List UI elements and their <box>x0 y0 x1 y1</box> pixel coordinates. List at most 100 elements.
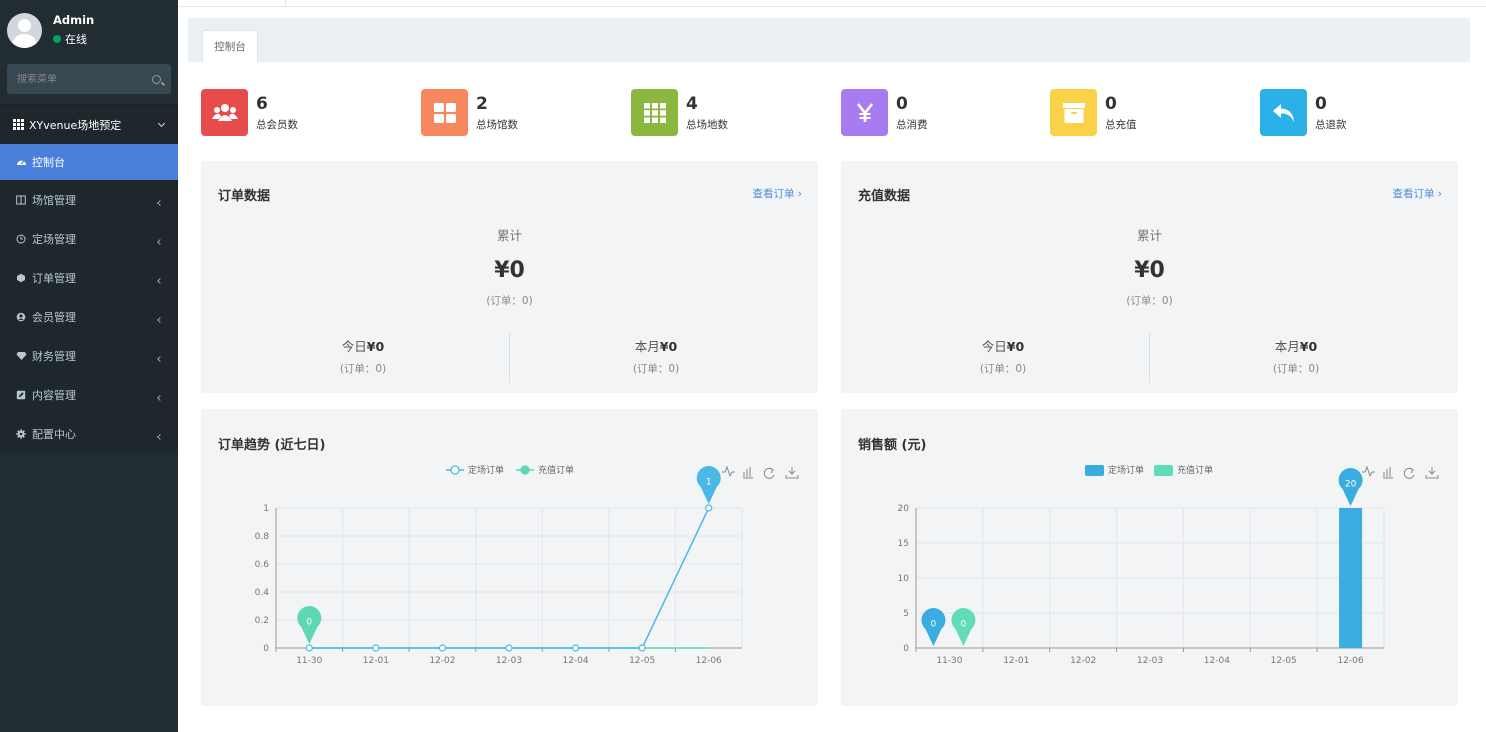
chevron-left-icon <box>157 355 163 362</box>
series-0 <box>1339 508 1363 648</box>
th-icon <box>631 89 678 136</box>
sidebar-item-label: 财务管理 <box>32 349 76 363</box>
marker-label: 0 <box>931 620 937 630</box>
month-column: 本月¥0 (订单：0) <box>1149 333 1442 383</box>
stat-card-4: 0 总充值 <box>1050 89 1137 136</box>
legend: 定场订单 充值订单 <box>1085 464 1213 476</box>
x-tick-label: 12-06 <box>696 656 722 666</box>
th-icon <box>13 119 24 130</box>
refresh-icon[interactable] <box>1403 467 1415 479</box>
marker-label: 0 <box>306 618 312 628</box>
sidebar-item-label: 内容管理 <box>32 388 76 402</box>
y-tick-label: 1 <box>263 504 269 514</box>
data-point[interactable] <box>305 644 313 652</box>
legend-item[interactable]: 定场订单 <box>1085 464 1144 476</box>
bar[interactable] <box>1339 508 1363 648</box>
data-point[interactable] <box>372 644 380 652</box>
data-marker: 0 <box>951 608 976 646</box>
view-recharge-link[interactable]: 查看订单 › <box>1392 186 1442 201</box>
y-tick-label: 15 <box>898 539 909 549</box>
stat-value: 2 <box>476 93 488 114</box>
x-tick-label: 12-03 <box>1137 656 1163 666</box>
search-icon[interactable] <box>152 74 161 84</box>
refresh-icon[interactable] <box>763 467 775 479</box>
bar-chart-icon[interactable] <box>743 467 753 479</box>
month-label: 本月 <box>1274 339 1300 354</box>
user-circle-icon <box>16 312 26 322</box>
today-sub: (订单：0) <box>979 363 1027 375</box>
y-tick-label: 20 <box>898 504 910 514</box>
bar-chart-icon[interactable] <box>1383 467 1393 479</box>
month-label: 本月 <box>634 339 660 354</box>
tab-dashboard[interactable]: 控制台 <box>202 30 258 62</box>
sidebar-item-label: 订单管理 <box>32 271 76 285</box>
sidebar-item-5[interactable]: 财务管理 <box>0 336 178 375</box>
line-chart-icon[interactable] <box>722 465 735 478</box>
legend-item[interactable]: 定场订单 <box>446 464 504 476</box>
today-label: 今日 <box>341 339 367 354</box>
chevron-down-icon <box>157 119 166 127</box>
marker-label: 1 <box>706 478 712 488</box>
sidebar: Admin 在线 XYvenue场地预定 控制台场馆管理定场管理订单管理会员管理… <box>0 0 178 732</box>
sidebar-group-xyvenue[interactable]: XYvenue场地预定 <box>0 104 178 144</box>
search-input[interactable] <box>17 73 137 85</box>
order-data-panel: 订单数据 查看订单 › 累计 ¥0 (订单：0) 今日¥0 (订单：0) 本月 ¥… <box>201 161 818 393</box>
top-strip <box>178 0 1486 7</box>
legend-label: 充值订单 <box>1177 464 1213 476</box>
data-point[interactable] <box>571 644 580 652</box>
legend-label: 定场订单 <box>1108 464 1144 476</box>
stat-label: 总场地数 <box>686 118 728 131</box>
sidebar-group-label: XYvenue场地预定 <box>29 118 122 132</box>
y-tick-label: 0.6 <box>255 560 270 570</box>
sidebar-item-7[interactable]: 配置中心 <box>0 414 178 453</box>
x-tick-label: 12-04 <box>562 656 588 666</box>
total-label: 累计 <box>1136 228 1162 243</box>
period-split: 今日¥0 (订单：0) 本月 ¥0 (订单：0) <box>217 333 802 383</box>
view-orders-link[interactable]: 查看订单 › <box>752 186 802 201</box>
main-content: 控制台 6 总会员数 2 总场馆数 4 总场地数 0 总消费 0 总充值 0 总退款 订单数据 查看订… <box>178 0 1486 732</box>
today-label: 今日 <box>981 339 1007 354</box>
yen-icon <box>841 89 888 136</box>
stat-value: 0 <box>1315 93 1327 114</box>
today-column: 今日¥0 (订单：0) <box>217 333 509 383</box>
chevron-left-icon <box>157 433 163 440</box>
stat-label: 总会员数 <box>256 118 298 131</box>
order-trend-chart: 0 0.2 0.4 0.6 0.8 1 11-30 12-01 12-02 12-03 12-04 1… <box>255 464 799 666</box>
sidebar-item-4[interactable]: 会员管理 <box>0 297 178 336</box>
y-tick-label: 0.4 <box>255 588 270 598</box>
legend: 定场订单 充值订单 <box>446 464 574 476</box>
sidebar-menu: XYvenue场地预定 控制台场馆管理定场管理订单管理会员管理财务管理内容管理配… <box>0 104 178 453</box>
legend-item[interactable]: 充值订单 <box>516 464 574 476</box>
data-marker: 0 <box>921 608 946 646</box>
stat-label: 总消费 <box>896 118 928 131</box>
sidebar-item-2[interactable]: 定场管理 <box>0 219 178 258</box>
users-icon <box>201 89 248 136</box>
reply-icon <box>1260 89 1307 136</box>
panel-title: 订单数据 <box>218 189 271 204</box>
sidebar-item-1[interactable]: 场馆管理 <box>0 180 178 219</box>
today-value: ¥0 <box>366 339 385 354</box>
download-icon[interactable] <box>1425 467 1439 479</box>
today-sub: (订单：0) <box>339 363 387 375</box>
user-status-text: 在线 <box>65 33 87 46</box>
chart-toolbox <box>722 465 799 479</box>
data-point[interactable] <box>638 644 646 652</box>
total-label: 累计 <box>496 228 522 243</box>
legend-item[interactable]: 充值订单 <box>1154 464 1213 476</box>
sidebar-item-label: 场馆管理 <box>32 193 76 207</box>
data-point[interactable] <box>705 504 713 512</box>
sidebar-item-label: 定场管理 <box>32 232 76 246</box>
diamond-icon <box>16 351 27 361</box>
recharge-data-panel: 充值数据 查看订单 › 累计 ¥0 (订单：0) 今日¥0 (订单：0) 本月¥… <box>841 161 1458 393</box>
sidebar-item-3[interactable]: 订单管理 <box>0 258 178 297</box>
x-tick-label: 12-01 <box>1003 656 1029 666</box>
download-icon[interactable] <box>785 467 799 479</box>
stat-card-2: 4 总场地数 <box>631 89 728 136</box>
data-point[interactable] <box>438 644 447 652</box>
data-point[interactable] <box>505 644 513 652</box>
sidebar-item-label: 配置中心 <box>32 427 76 441</box>
sidebar-item-6[interactable]: 内容管理 <box>0 375 178 414</box>
stat-card-5: 0 总退款 <box>1260 89 1347 136</box>
sidebar-item-0[interactable]: 控制台 <box>0 144 178 180</box>
line-chart-icon[interactable] <box>1362 465 1375 478</box>
